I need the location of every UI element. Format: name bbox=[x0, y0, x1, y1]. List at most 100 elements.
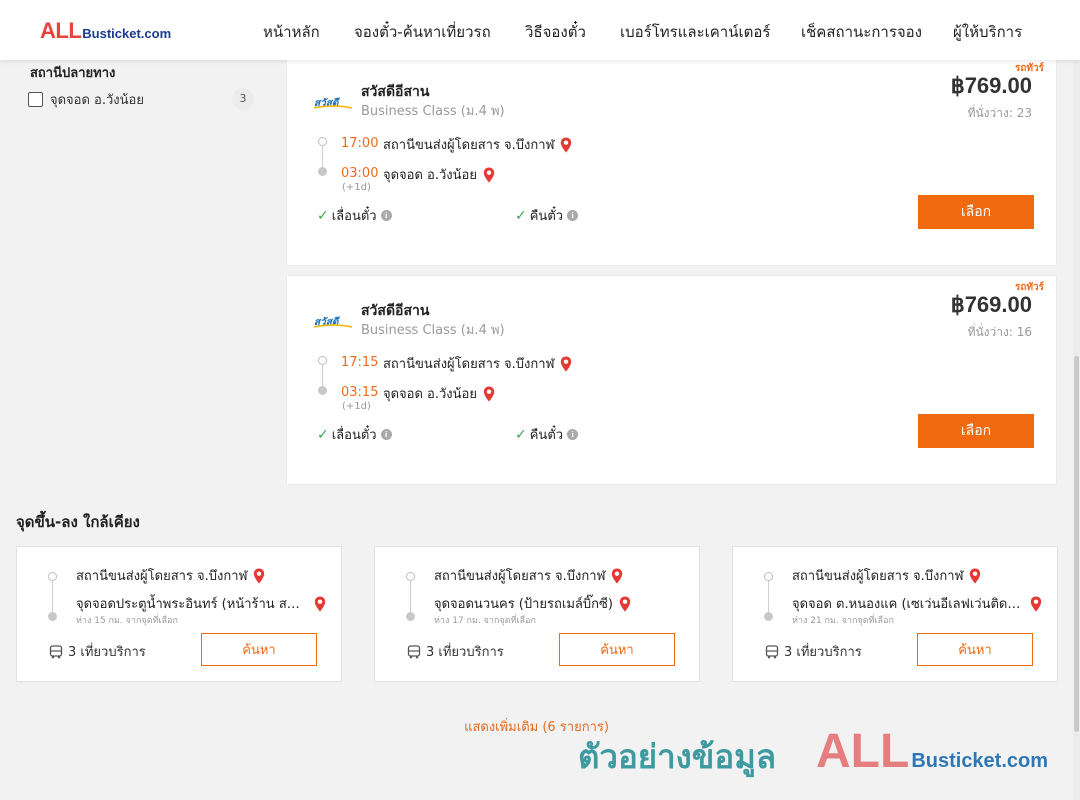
nearby-distance: ห่าง 15 กม. จากจุดที่เลือก bbox=[76, 616, 178, 626]
departure-stop: สถานีขนส่งผู้โดยสาร จ.บึงกาฬ bbox=[383, 353, 572, 374]
bus-class: Business Class (ม.4 พ) bbox=[361, 323, 505, 338]
info-icon[interactable]: i bbox=[567, 210, 579, 221]
reschedule-label: เลื่อนตั๋ว bbox=[331, 428, 377, 443]
timeline-line bbox=[768, 577, 769, 615]
timeline-line bbox=[410, 577, 411, 615]
departure-stop-label: สถานีขนส่งผู้โดยสาร จ.บึงกาฬ bbox=[383, 138, 555, 153]
arrival-stop: จุดจอด อ.วังน้อย bbox=[383, 383, 495, 404]
arrival-dot bbox=[406, 612, 415, 621]
info-icon[interactable]: i bbox=[567, 429, 579, 440]
departure-dot bbox=[406, 572, 415, 581]
search-nearby-button[interactable]: ค้นหา bbox=[201, 633, 317, 666]
nearby-stops-title: จุดขึ้น-ลง ใกล้เคียง bbox=[16, 513, 140, 531]
map-pin-icon[interactable] bbox=[611, 568, 623, 584]
filter-checkbox[interactable] bbox=[28, 91, 43, 107]
watermark-logo: ALL Busticket.com bbox=[816, 724, 1048, 779]
departure-time: 17:00 bbox=[341, 136, 379, 151]
check-icon: ✓ bbox=[515, 426, 527, 443]
check-icon: ✓ bbox=[317, 426, 329, 443]
map-pin-icon[interactable] bbox=[483, 167, 495, 183]
operator-logo-icon: สวัสดี bbox=[313, 316, 353, 328]
bus-icon bbox=[765, 644, 779, 658]
nearby-to-stop: จุดจอด ต.หนองแค (เซเว่นอีเลฟเว่นติดถนน) bbox=[792, 593, 1050, 614]
map-pin-icon[interactable] bbox=[314, 596, 326, 612]
nearby-to-label: จุดจอดประตูน้ำพระอินทร์ (หน้าร้าน สหกรณ์… bbox=[76, 597, 308, 612]
arrival-stop-label: จุดจอด อ.วังน้อย bbox=[383, 387, 477, 402]
map-pin-icon[interactable] bbox=[969, 568, 981, 584]
nav-home[interactable]: หน้าหลัก bbox=[263, 20, 320, 44]
nearby-from-label: สถานีขนส่งผู้โดยสาร จ.บึงกาฬ bbox=[792, 569, 964, 584]
scrollbar-thumb[interactable] bbox=[1074, 356, 1079, 732]
operator-logo-icon: สวัสดี bbox=[313, 97, 353, 109]
arrival-dot bbox=[318, 386, 327, 395]
select-trip-button[interactable]: เลือก bbox=[918, 195, 1034, 229]
nearby-to-stop: จุดจอดนวนคร (ป้ายรถเมล์บิ๊กซี) bbox=[434, 593, 692, 614]
map-pin-icon[interactable] bbox=[619, 596, 631, 612]
nearby-stop-card: สถานีขนส่งผู้โดยสาร จ.บึงกาฬ จุดจอดประตู… bbox=[16, 546, 342, 682]
arrival-time: 03:00 bbox=[341, 166, 379, 181]
nearby-trip-count-label: 3 เที่ยวบริการ bbox=[784, 645, 862, 660]
reschedule-feature: ✓ เลื่อนตั๋ว i bbox=[317, 424, 392, 445]
departure-dot bbox=[318, 137, 327, 146]
page-scrollbar[interactable] bbox=[1073, 0, 1080, 800]
nearby-trip-count: 3 เที่ยวบริการ bbox=[49, 641, 146, 662]
departure-dot bbox=[764, 572, 773, 581]
nearby-trip-count-label: 3 เที่ยวบริการ bbox=[68, 645, 146, 660]
refund-label: คืนตั๋ว bbox=[529, 428, 564, 443]
nav-book-search[interactable]: จองตั๋ว-ค้นหาเที่ยวรถ bbox=[354, 20, 491, 44]
departure-stop: สถานีขนส่งผู้โดยสาร จ.บึงกาฬ bbox=[383, 134, 572, 155]
search-nearby-button[interactable]: ค้นหา bbox=[559, 633, 675, 666]
arrival-stop-label: จุดจอด อ.วังน้อย bbox=[383, 168, 477, 183]
reschedule-label: เลื่อนตั๋ว bbox=[331, 209, 377, 224]
nearby-from-stop: สถานีขนส่งผู้โดยสาร จ.บึงกาฬ bbox=[434, 565, 623, 586]
map-pin-icon[interactable] bbox=[560, 137, 572, 153]
nav-operators[interactable]: ผู้ให้บริการ bbox=[953, 20, 1022, 44]
trip-price: ฿769.00 bbox=[950, 292, 1032, 317]
arrival-stop: จุดจอด อ.วังน้อย bbox=[383, 164, 495, 185]
nearby-trip-count-label: 3 เที่ยวบริการ bbox=[426, 645, 504, 660]
select-trip-button[interactable]: เลือก bbox=[918, 414, 1034, 448]
nearby-distance: ห่าง 17 กม. จากจุดที่เลือก bbox=[434, 616, 536, 626]
destination-filter-option[interactable]: จุดจอด อ.วังน้อย 3 bbox=[28, 88, 256, 110]
timeline-line bbox=[52, 577, 53, 615]
map-pin-icon[interactable] bbox=[253, 568, 265, 584]
nearby-from-label: สถานีขนส่งผู้โดยสาร จ.บึงกาฬ bbox=[76, 569, 248, 584]
nearby-from-stop: สถานีขนส่งผู้โดยสาร จ.บึงกาฬ bbox=[76, 565, 265, 586]
nav-how-to-book[interactable]: วิธีจองตั๋ว bbox=[525, 20, 586, 44]
nav-booking-status[interactable]: เช็คสถานะการจอง bbox=[801, 20, 922, 44]
departure-stop-label: สถานีขนส่งผู้โดยสาร จ.บึงกาฬ bbox=[383, 357, 555, 372]
arrival-time: 03:15 bbox=[341, 385, 379, 400]
watermark-logo-domain: Busticket.com bbox=[911, 750, 1049, 772]
map-pin-icon[interactable] bbox=[560, 356, 572, 372]
bus-icon bbox=[407, 644, 421, 658]
departure-dot bbox=[318, 356, 327, 365]
watermark-sample-text: ตัวอย่างข้อมูล bbox=[578, 737, 777, 776]
filter-option-label: จุดจอด อ.วังน้อย bbox=[50, 92, 144, 108]
search-nearby-button[interactable]: ค้นหา bbox=[917, 633, 1033, 666]
refund-feature: ✓ คืนตั๋ว i bbox=[515, 424, 579, 445]
nearby-to-stop: จุดจอดประตูน้ำพระอินทร์ (หน้าร้าน สหกรณ์… bbox=[76, 593, 334, 614]
seats-available: ที่นั่งว่าง: 16 bbox=[967, 325, 1032, 339]
info-icon[interactable]: i bbox=[380, 429, 392, 440]
nearby-stop-card: สถานีขนส่งผู้โดยสาร จ.บึงกาฬ จุดจอด ต.หน… bbox=[732, 546, 1058, 682]
nearby-trip-count: 3 เที่ยวบริการ bbox=[407, 641, 504, 662]
arrival-dot bbox=[48, 612, 57, 621]
next-day-indicator: (+1d) bbox=[342, 182, 371, 193]
nearby-from-label: สถานีขนส่งผู้โดยสาร จ.บึงกาฬ bbox=[434, 569, 606, 584]
nav-phone-counter[interactable]: เบอร์โทรและเคาน์เตอร์ bbox=[620, 20, 770, 44]
nearby-to-label: จุดจอด ต.หนองแค (เซเว่นอีเลฟเว่นติดถนน) bbox=[792, 597, 1024, 612]
nearby-to-label: จุดจอดนวนคร (ป้ายรถเมล์บิ๊กซี) bbox=[434, 597, 613, 612]
map-pin-icon[interactable] bbox=[1030, 596, 1042, 612]
reschedule-feature: ✓ เลื่อนตั๋ว i bbox=[317, 205, 392, 226]
info-icon[interactable]: i bbox=[380, 210, 392, 221]
next-day-indicator: (+1d) bbox=[342, 401, 371, 412]
refund-feature: ✓ คืนตั๋ว i bbox=[515, 205, 579, 226]
map-pin-icon[interactable] bbox=[483, 386, 495, 402]
destination-filter-title: สถานีปลายทาง bbox=[30, 66, 116, 81]
departure-dot bbox=[48, 572, 57, 581]
nearby-trip-count: 3 เที่ยวบริการ bbox=[765, 641, 862, 662]
top-header: ALL Busticket.com หน้าหลัก จองตั๋ว-ค้นหา… bbox=[0, 0, 1080, 60]
nearby-distance: ห่าง 21 กม. จากจุดที่เลือก bbox=[792, 616, 894, 626]
trip-price: ฿769.00 bbox=[950, 73, 1032, 98]
check-icon: ✓ bbox=[317, 207, 329, 224]
